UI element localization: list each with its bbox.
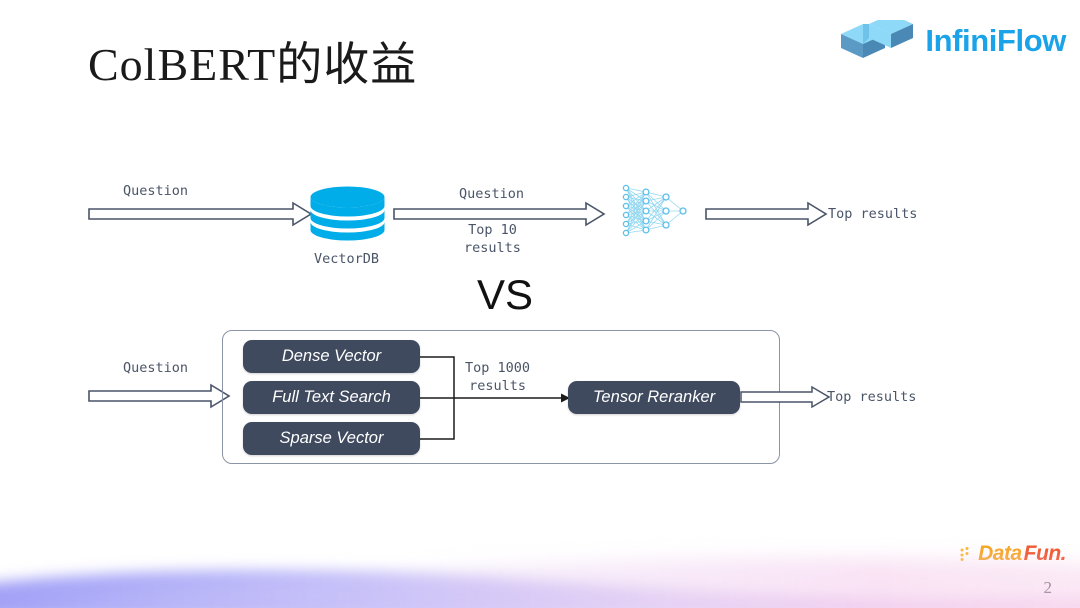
bottom-output-label: Top results (827, 389, 917, 405)
neural-network-icon (620, 182, 690, 240)
top-output-label: Top results (828, 206, 918, 222)
bottom-output-arrow-icon (740, 385, 831, 409)
top-arrow-3-icon (705, 201, 828, 227)
top-arrow2-label-above: Question (459, 186, 525, 202)
datafun-data-text: Data (978, 542, 1022, 565)
tensor-reranker-label: Tensor Reranker (592, 388, 716, 406)
vectordb-label: VectorDB (314, 251, 380, 267)
merge-results-label: Top 1000 results (465, 360, 531, 395)
retriever-label: Dense Vector (281, 347, 382, 365)
infiniflow-wordmark: InfiniFlow (925, 22, 1066, 58)
retriever-label: Sparse Vector (279, 429, 384, 447)
infiniflow-logo: InfiniFlow (839, 14, 1066, 60)
tensor-reranker-box[interactable]: Tensor Reranker (568, 381, 740, 414)
datafun-dots-icon (960, 547, 969, 561)
bottom-input-arrow-icon (88, 383, 231, 409)
slide: ColBERT的收益 InfiniFlow Question VectorDB … (0, 0, 1080, 608)
vectordb-icon (309, 186, 386, 242)
bottom-input-label: Question (123, 360, 189, 376)
top-arrow2-label-below: Top 10 results (464, 222, 521, 257)
infiniflow-mark-icon (839, 14, 915, 60)
top-arrow-1-icon (88, 201, 313, 227)
vs-label: VS (477, 271, 534, 318)
footer-wave-decoration (0, 538, 1080, 608)
top-arrow-2-icon (393, 201, 606, 227)
retriever-box-sparse-vector[interactable]: Sparse Vector (243, 422, 420, 455)
retriever-label: Full Text Search (272, 388, 391, 406)
retriever-box-dense-vector[interactable]: Dense Vector (243, 340, 420, 373)
page-title: ColBERT的收益 (88, 39, 418, 90)
retriever-box-full-text-search[interactable]: Full Text Search (243, 381, 420, 414)
top-arrow1-label: Question (123, 183, 189, 199)
datafun-fun-text: Fun. (1023, 542, 1067, 565)
datafun-logo: Data Fun. (959, 542, 1067, 566)
page-number: 2 (1043, 578, 1053, 597)
